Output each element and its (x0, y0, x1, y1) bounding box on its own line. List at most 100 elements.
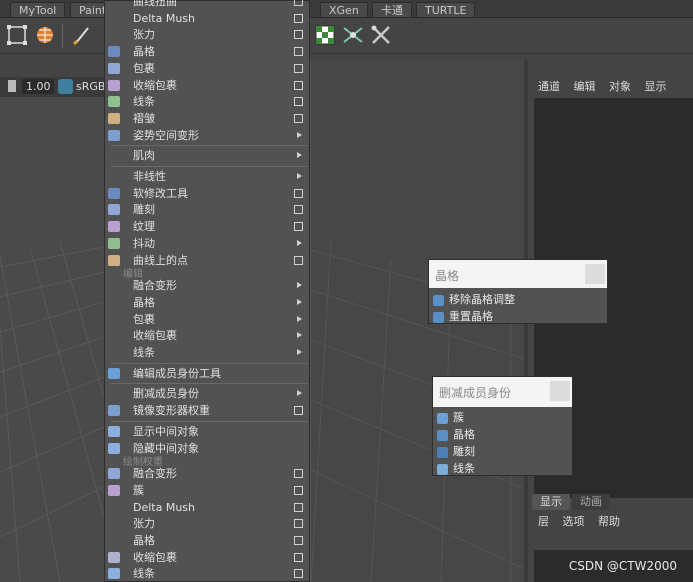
layer-menu-layers[interactable]: 层 (538, 515, 549, 528)
menu-item-label: 曲线上的点 (133, 253, 188, 267)
menu-item-top-0[interactable]: 曲线扭曲 (105, 0, 309, 10)
option-box-icon[interactable] (294, 485, 303, 495)
channel-menu-edit[interactable]: 编辑 (574, 80, 596, 93)
menu-item-edit-membership-tool[interactable]: 编辑成员身份工具 (105, 365, 309, 382)
channel-menu-channels[interactable]: 通道 (538, 80, 560, 93)
close-button[interactable] (585, 264, 605, 284)
channel-menu-show[interactable]: 显示 (645, 80, 667, 93)
option-box-icon[interactable] (294, 569, 303, 579)
menu-item-top-1[interactable]: Delta Mush (105, 10, 309, 27)
submenu-arrow-icon (297, 315, 302, 322)
prune-sculpt-item[interactable]: 雕刻 (433, 444, 572, 460)
menu-separator (111, 145, 307, 147)
lattice-sphere-icon[interactable] (34, 24, 56, 46)
prune-lattice-item[interactable]: 晶格 (433, 427, 572, 443)
prune-wire-item[interactable]: 线条 (433, 461, 572, 477)
menu-item-paint-4[interactable]: 晶格 (105, 532, 309, 549)
menu-item-label: 收缩包裹 (133, 550, 177, 564)
menu-item-edit-1[interactable]: 晶格 (105, 294, 309, 311)
layer-menu-help[interactable]: 帮助 (598, 515, 620, 528)
option-box-icon[interactable] (294, 0, 303, 6)
menu-item-label: 张力 (133, 517, 155, 531)
option-box-icon[interactable] (294, 113, 303, 123)
option-box-icon[interactable] (294, 502, 303, 512)
menu-item-muscle[interactable]: 肌肉 (105, 147, 309, 164)
menu-item-edit-2[interactable]: 包裹 (105, 311, 309, 328)
remove-lattice-tweaks-item[interactable]: 移除晶格调整 (429, 292, 607, 308)
option-box-icon[interactable] (294, 13, 303, 23)
menu-item-mid-5[interactable]: 曲线上的点 (105, 252, 309, 269)
tools-icon[interactable] (370, 24, 392, 46)
option-box-icon[interactable] (294, 47, 303, 57)
menu-item-paint-2[interactable]: Delta Mush (105, 499, 309, 516)
tab-display[interactable]: 显示 (532, 494, 570, 510)
select-frame-icon[interactable] (6, 24, 28, 46)
paint-brush-icon[interactable] (72, 24, 94, 46)
option-box-icon[interactable] (294, 552, 303, 562)
menu-item-label: 重置晶格 (449, 310, 493, 323)
menu-item-edit-4[interactable]: 线条 (105, 344, 309, 361)
tab-animation[interactable]: 动画 (572, 494, 610, 510)
menu-item-paint-5[interactable]: 收缩包裹 (105, 549, 309, 566)
reset-lattice-item[interactable]: 重置晶格 (429, 309, 607, 325)
submenu-arrow-icon (297, 173, 302, 179)
menu-item-mid-1[interactable]: 软修改工具 (105, 185, 309, 202)
wire-deform-icon[interactable] (342, 24, 364, 46)
menu-item-paint-1[interactable]: 簇 (105, 482, 309, 499)
menu-item-top-6[interactable]: 线条 (105, 93, 309, 110)
option-box-icon[interactable] (294, 222, 303, 232)
menu-item-mid-3[interactable]: 纹理 (105, 218, 309, 235)
menu-item-mid-5-icon (108, 254, 120, 266)
prune-cluster-item[interactable]: 簇 (433, 410, 572, 426)
prune-panel-header[interactable]: 删减成员身份 (433, 377, 572, 407)
menu-item-top-2[interactable]: 张力 (105, 26, 309, 43)
menu-item-membership-0[interactable]: 删减成员身份 (105, 385, 309, 402)
option-box-icon[interactable] (294, 255, 303, 265)
menu-item-paint-5-icon (108, 551, 120, 563)
option-box-icon[interactable] (294, 406, 303, 416)
lattice-panel-header[interactable]: 晶格 (429, 260, 607, 288)
menu-item-edit-3[interactable]: 收缩包裹 (105, 327, 309, 344)
checker-icon[interactable] (314, 24, 336, 46)
menu-item-top-3[interactable]: 晶格 (105, 43, 309, 60)
shelf-tab-mytool[interactable]: MyTool (10, 2, 66, 17)
lattice-submenu-panel: 晶格 移除晶格调整 重置晶格 (428, 259, 608, 324)
menu-item-paint-6[interactable]: 线条 (105, 565, 309, 582)
layer-menu-options[interactable]: 选项 (563, 515, 585, 528)
close-button[interactable] (550, 381, 570, 401)
color-space-label: sRGB (76, 80, 106, 93)
option-box-icon[interactable] (294, 469, 303, 479)
option-box-icon[interactable] (294, 30, 303, 40)
menu-item-top-4[interactable]: 包裹 (105, 60, 309, 77)
viewport-3d[interactable] (0, 97, 104, 582)
menu-item-show-intermediate[interactable]: 显示中间对象 (105, 423, 309, 440)
menu-item-mid-2[interactable]: 雕刻 (105, 201, 309, 218)
menu-item-membership-1[interactable]: 镜像变形器权重 (105, 402, 309, 419)
menu-item-label: 雕刻 (453, 445, 475, 458)
shelf-tab-turtle[interactable]: TURTLE (416, 2, 476, 17)
shelf-tab-toon[interactable]: 卡通 (372, 2, 412, 17)
menu-item-mid-4[interactable]: 抖动 (105, 235, 309, 252)
option-box-icon[interactable] (294, 97, 303, 107)
exposure-icon[interactable] (8, 80, 16, 92)
option-box-icon[interactable] (294, 63, 303, 73)
menu-item-top-8[interactable]: 姿势空间变形 (105, 127, 309, 144)
channel-menu-object[interactable]: 对象 (609, 80, 631, 93)
menu-item-top-5[interactable]: 收缩包裹 (105, 77, 309, 94)
option-box-icon[interactable] (294, 80, 303, 90)
menu-item-label: 肌肉 (133, 149, 155, 163)
option-box-icon[interactable] (294, 519, 303, 529)
menu-item-paint-3[interactable]: 张力 (105, 515, 309, 532)
color-management-icon[interactable] (58, 79, 73, 94)
menu-item-mid-0[interactable]: 非线性 (105, 168, 309, 185)
menu-item-hide-intermediate[interactable]: 隐藏中间对象 (105, 440, 309, 457)
menu-item-edit-0[interactable]: 融合变形 (105, 277, 309, 294)
submenu-arrow-icon (297, 152, 302, 159)
option-box-icon[interactable] (294, 205, 303, 215)
option-box-icon[interactable] (294, 536, 303, 545)
option-box-icon[interactable] (294, 188, 303, 198)
exposure-field[interactable]: 1.00 (22, 79, 54, 94)
menu-item-paint-0[interactable]: 融合变形 (105, 465, 309, 482)
shelf-tab-xgen[interactable]: XGen (320, 2, 368, 17)
menu-item-top-7[interactable]: 褶皱 (105, 110, 309, 127)
